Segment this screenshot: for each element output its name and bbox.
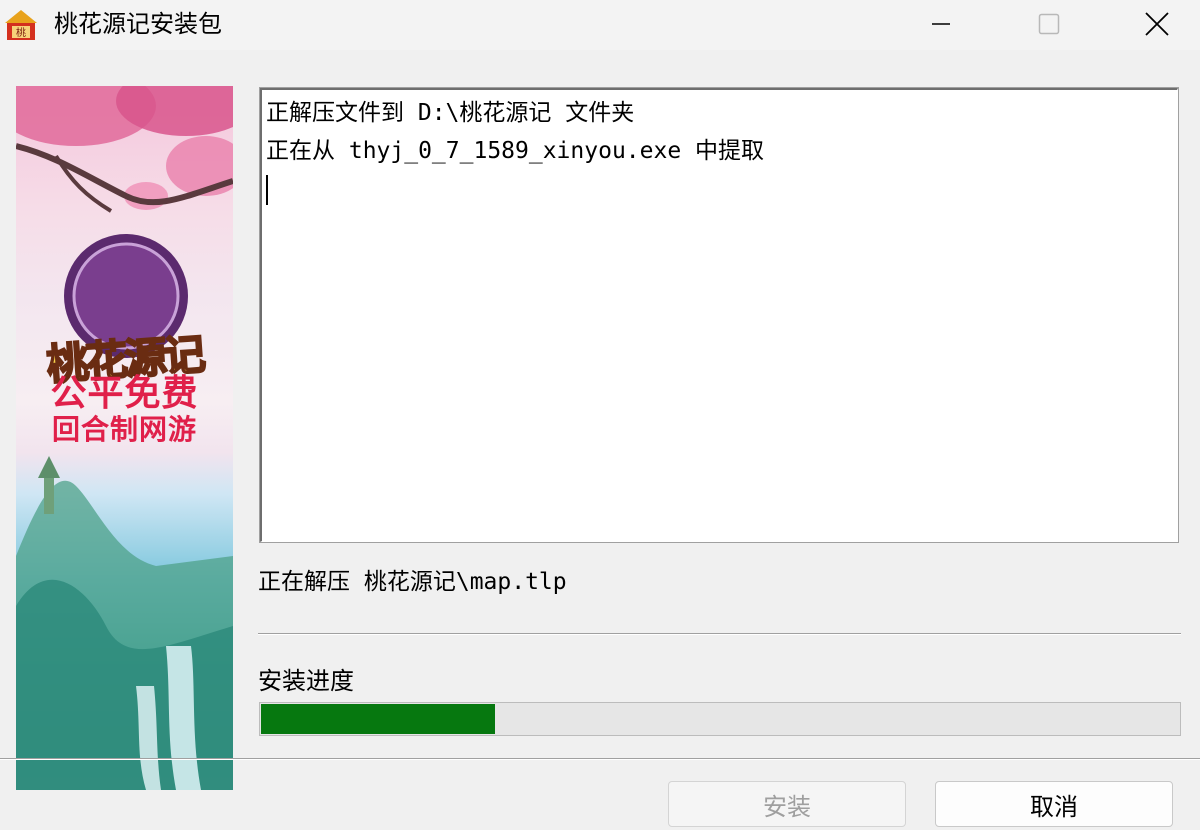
extraction-log[interactable]: 正解压文件到 D:\桃花源记 文件夹 正在从 thyj_0_7_1589_xin… (260, 88, 1178, 542)
svg-text:桃: 桃 (16, 26, 26, 39)
close-button[interactable] (1122, 0, 1192, 48)
install-progress-bar (259, 702, 1181, 736)
window-title: 桃花源记安装包 (54, 10, 222, 38)
log-line: 正在从 thyj_0_7_1589_xinyou.exe 中提取 (266, 138, 765, 164)
peach-app-icon: 桃 (5, 10, 37, 40)
maximize-button[interactable] (1014, 0, 1084, 48)
current-file-status: 正在解压 桃花源记\map.tlp (258, 569, 567, 595)
title-bar: 桃 桃花源记安装包 (0, 0, 1200, 50)
maximize-icon (1038, 13, 1060, 35)
progress-fill (261, 704, 495, 734)
minimize-button[interactable] (906, 0, 976, 48)
minimize-icon (932, 23, 950, 25)
text-caret (266, 174, 268, 205)
game-banner: 桃花源记 公平免费 回合制网游 (16, 86, 233, 790)
install-button[interactable]: 安装 (668, 781, 906, 827)
banner-slogan-secondary: 回合制网游 (51, 413, 197, 446)
footer-divider (0, 758, 1200, 760)
cancel-button[interactable]: 取消 (935, 781, 1173, 827)
log-line: 正解压文件到 D:\桃花源记 文件夹 (266, 100, 635, 126)
progress-label: 安装进度 (258, 667, 354, 695)
close-icon (1145, 12, 1169, 36)
divider (258, 633, 1181, 635)
